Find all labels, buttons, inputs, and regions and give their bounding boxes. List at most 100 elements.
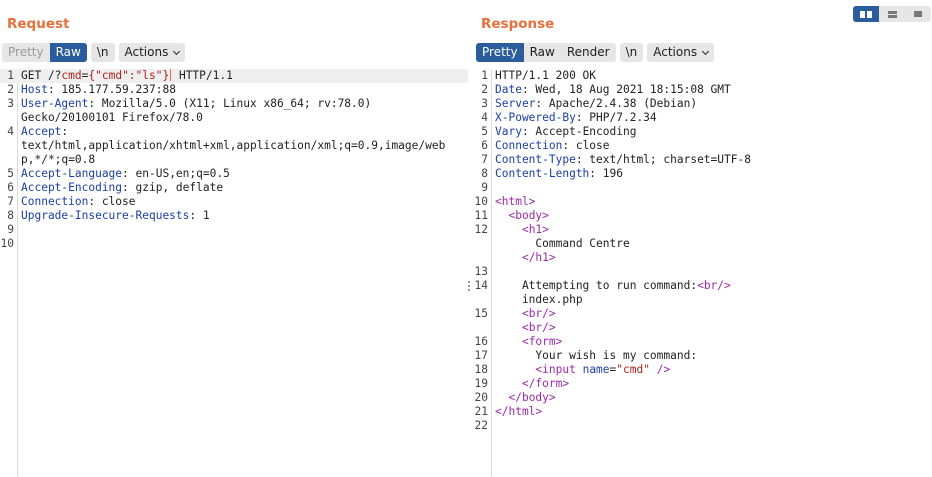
line-text: Vary: Accept-Encoding [495, 125, 637, 138]
response-line: index.php [474, 293, 932, 307]
line-number: 2 [7, 83, 14, 96]
request-tab-raw[interactable]: Raw [49, 43, 87, 62]
response-line: 9 [474, 181, 932, 195]
request-pane: Request Pretty Raw \n Actions 1 GET /?cmd… [0, 0, 468, 477]
line-number: 11 [474, 209, 488, 222]
line-number: 3 [481, 97, 488, 110]
response-line: 11 <body> [474, 209, 932, 223]
request-line: 8 Upgrade-Insecure-Requests: 1 [0, 209, 468, 223]
line-text: <br/> [521, 321, 556, 334]
response-newline-toggle[interactable]: \n [619, 43, 644, 62]
request-newline-toggle[interactable]: \n [90, 43, 115, 62]
chevron-down-icon [702, 47, 710, 55]
line-text [474, 265, 932, 279]
line-number: 21 [474, 405, 488, 418]
response-line: 13 [474, 265, 932, 279]
response-line: 4 X-Powered-By: PHP/7.2.34 [474, 111, 932, 125]
response-line: 20 </body> [474, 391, 932, 405]
line-number: 12 [474, 223, 488, 236]
line-text: </h1> [521, 251, 556, 264]
line-text: Date: Wed, 18 Aug 2021 18:15:08 GMT [495, 83, 731, 96]
request-line: 10 [0, 237, 468, 251]
response-line: 7 Content-Type: text/html; charset=UTF-8 [474, 153, 932, 167]
line-number: 15 [474, 307, 488, 320]
line-text: GET /?cmd={"cmd":"ls"} HTTP/1.1 [21, 69, 233, 82]
line-number: 7 [7, 195, 14, 208]
line-text: <form> [521, 335, 563, 348]
response-tab-render[interactable]: Render [561, 43, 616, 62]
line-text [0, 237, 468, 251]
request-editor[interactable]: 1 GET /?cmd={"cmd":"ls"} HTTP/1.1 2 Host: 1… [0, 69, 468, 477]
line-number: 8 [7, 209, 14, 222]
line-text: </body> [508, 391, 556, 404]
line-number: 6 [7, 181, 14, 194]
pane-resize-handle[interactable] [467, 281, 471, 295]
response-line: </h1> [474, 251, 932, 265]
line-text: <h1> [521, 223, 549, 236]
line-number: 1 [7, 69, 14, 82]
line-text: </html> [495, 405, 543, 418]
line-number: 17 [474, 349, 488, 362]
response-line: 16 <form> [474, 335, 932, 349]
request-line: 3 User-Agent: Mozilla/5.0 (X11; Linux x86… [0, 97, 468, 111]
request-line: 4 Accept: [0, 125, 468, 139]
request-actions-button[interactable]: Actions [118, 43, 186, 62]
line-number: 16 [474, 335, 488, 348]
line-text: Upgrade-Insecure-Requests: 1 [21, 209, 210, 222]
line-text: Connection: close [495, 139, 610, 152]
response-line: 18 <input name="cmd" /> [474, 363, 932, 377]
line-text: <br/> [521, 307, 556, 320]
line-text: index.php [495, 293, 583, 306]
response-line: 12 <h1> [474, 223, 932, 237]
line-number: 2 [481, 83, 488, 96]
response-line: 5 Vary: Accept-Encoding [474, 125, 932, 139]
line-number: 10 [0, 237, 14, 250]
line-text: p,*/*;q=0.8 [21, 153, 96, 166]
response-pane: Response Pretty Raw Render \n Actions 1H… [474, 0, 932, 477]
line-number: 1 [481, 69, 488, 82]
line-text: Host: 185.177.59.237:88 [21, 83, 176, 96]
line-text: Connection: close [21, 195, 136, 208]
request-view-tabs: Pretty Raw [2, 43, 87, 62]
request-line: 9 [0, 223, 468, 237]
response-title: Response [481, 16, 555, 32]
line-text: Accept: [21, 125, 69, 138]
response-tab-raw[interactable]: Raw [524, 43, 561, 62]
request-lines: 1 GET /?cmd={"cmd":"ls"} HTTP/1.1 2 Host: 1… [0, 69, 468, 251]
line-text: HTTP/1.1 200 OK [495, 69, 597, 82]
response-line: 19 </form> [474, 377, 932, 391]
response-tab-pretty[interactable]: Pretty [476, 43, 524, 62]
line-text: </form> [521, 377, 570, 390]
line-number: 4 [7, 125, 14, 138]
response-line: 15 <br/> [474, 307, 932, 321]
line-number: 22 [474, 419, 488, 432]
line-number: 10 [474, 195, 488, 208]
response-line: 1 HTTP/1.1 200 OK [474, 69, 932, 83]
response-line: 22 [474, 419, 932, 433]
request-line: 6 Accept-Encoding: gzip, deflate [0, 181, 468, 195]
response-actions-button[interactable]: Actions [647, 43, 715, 62]
line-number: 14 [474, 279, 488, 292]
request-line: 7 Connection: close [0, 195, 468, 209]
line-text: X-Powered-By: PHP/7.2.34 [495, 111, 657, 124]
line-text: Server: Apache/2.4.38 (Debian) [495, 97, 698, 110]
response-line: 8 Content-Length: 196 [474, 167, 932, 181]
line-number: 5 [481, 125, 488, 138]
line-text [474, 419, 932, 433]
chevron-down-icon [173, 47, 181, 55]
line-text: Content-Type: text/html; charset=UTF-8 [495, 153, 751, 166]
line-text: User-Agent: Mozilla/5.0 (X11; Linux x86_… [21, 97, 372, 110]
response-toolbar: Pretty Raw Render \n Actions [476, 43, 715, 62]
request-toolbar: Pretty Raw \n Actions [2, 43, 186, 62]
line-number: 4 [481, 111, 488, 124]
line-number: 19 [474, 377, 488, 390]
line-text: <html> [495, 195, 536, 208]
response-view-tabs: Pretty Raw Render [476, 43, 616, 62]
line-text [0, 223, 468, 237]
response-line: 3 Server: Apache/2.4.38 (Debian) [474, 97, 932, 111]
response-editor[interactable]: 1 HTTP/1.1 200 OK 2 Date: Wed, 18 Aug 2021 … [474, 69, 932, 477]
line-number: 8 [481, 167, 488, 180]
request-title: Request [7, 16, 70, 32]
request-tab-pretty[interactable]: Pretty [2, 43, 50, 62]
response-line: Command Centre [474, 237, 932, 251]
